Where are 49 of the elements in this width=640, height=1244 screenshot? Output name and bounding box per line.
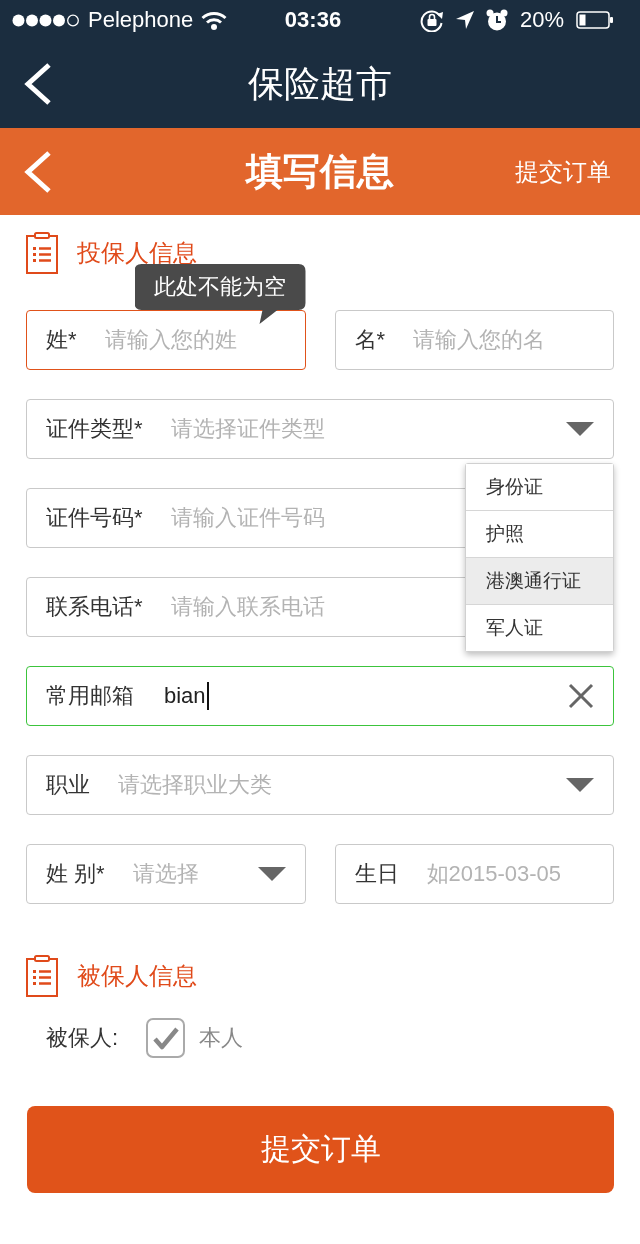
- dropdown-caret-icon: [257, 867, 286, 881]
- checkbox[interactable]: [146, 1018, 186, 1058]
- signal-icon: [12, 13, 80, 27]
- status-time: 03:36: [284, 7, 342, 33]
- field-label: 常用邮箱: [46, 682, 134, 710]
- battery-percent: 20%: [519, 7, 564, 33]
- back-button[interactable]: [24, 63, 52, 105]
- page-title: 填写信息: [246, 149, 394, 194]
- alarm-clock-icon: [485, 9, 508, 31]
- menu-item[interactable]: 身份证: [466, 464, 613, 510]
- wifi-icon: [201, 10, 228, 30]
- select-field[interactable]: 职业 请选择职业大类: [26, 755, 614, 815]
- text-field[interactable]: 姓* 请输入您的姓: [26, 310, 306, 370]
- section-title: 被保人信息: [77, 962, 197, 990]
- menu-item[interactable]: 港澳通行证: [466, 557, 613, 604]
- battery-icon: [576, 11, 614, 29]
- submit-button[interactable]: 提交订单: [27, 1106, 614, 1193]
- field-label: 姓*: [46, 326, 77, 354]
- close-icon: [568, 683, 594, 709]
- text-cursor: [206, 682, 209, 710]
- field-label: 证件号码*: [46, 504, 143, 532]
- field-label: 生日: [354, 860, 399, 888]
- field-label: 职业: [46, 771, 90, 799]
- dropdown-caret-icon: [566, 422, 594, 436]
- clipboard-icon: [26, 955, 58, 997]
- text-field[interactable]: 生日 如2015-03-05: [334, 844, 614, 904]
- text-field[interactable]: 常用邮箱 bian: [26, 666, 614, 726]
- back-icon: [24, 150, 52, 193]
- field-label: 姓 别*: [46, 860, 105, 888]
- field-label: 被保人:: [46, 1024, 119, 1052]
- clear-button[interactable]: [568, 683, 594, 709]
- menu-item[interactable]: 军人证: [466, 604, 613, 651]
- checkmark-icon: [152, 1026, 179, 1050]
- menu-item[interactable]: 护照: [466, 510, 613, 557]
- location-arrow-icon: [455, 11, 474, 29]
- select-field[interactable]: 证件类型* 请选择证件类型: [26, 399, 614, 459]
- text-field[interactable]: 名* 请输入您的名: [334, 310, 614, 370]
- field-label: 名*: [354, 326, 386, 354]
- select-field[interactable]: 姓 别* 请选择: [26, 844, 306, 904]
- section-title: 投保人信息: [77, 239, 197, 267]
- carrier-name: Pelephone: [88, 7, 194, 33]
- checkbox-label: 本人: [199, 1024, 244, 1052]
- back-icon: [24, 63, 52, 105]
- rotation-lock-icon: [419, 8, 444, 32]
- nav-title: 保险超市: [248, 61, 392, 106]
- field-label: 联系电话*: [46, 593, 143, 621]
- clipboard-icon: [26, 232, 58, 274]
- dropdown-caret-icon: [566, 778, 594, 792]
- field-label: 证件类型*: [46, 415, 143, 443]
